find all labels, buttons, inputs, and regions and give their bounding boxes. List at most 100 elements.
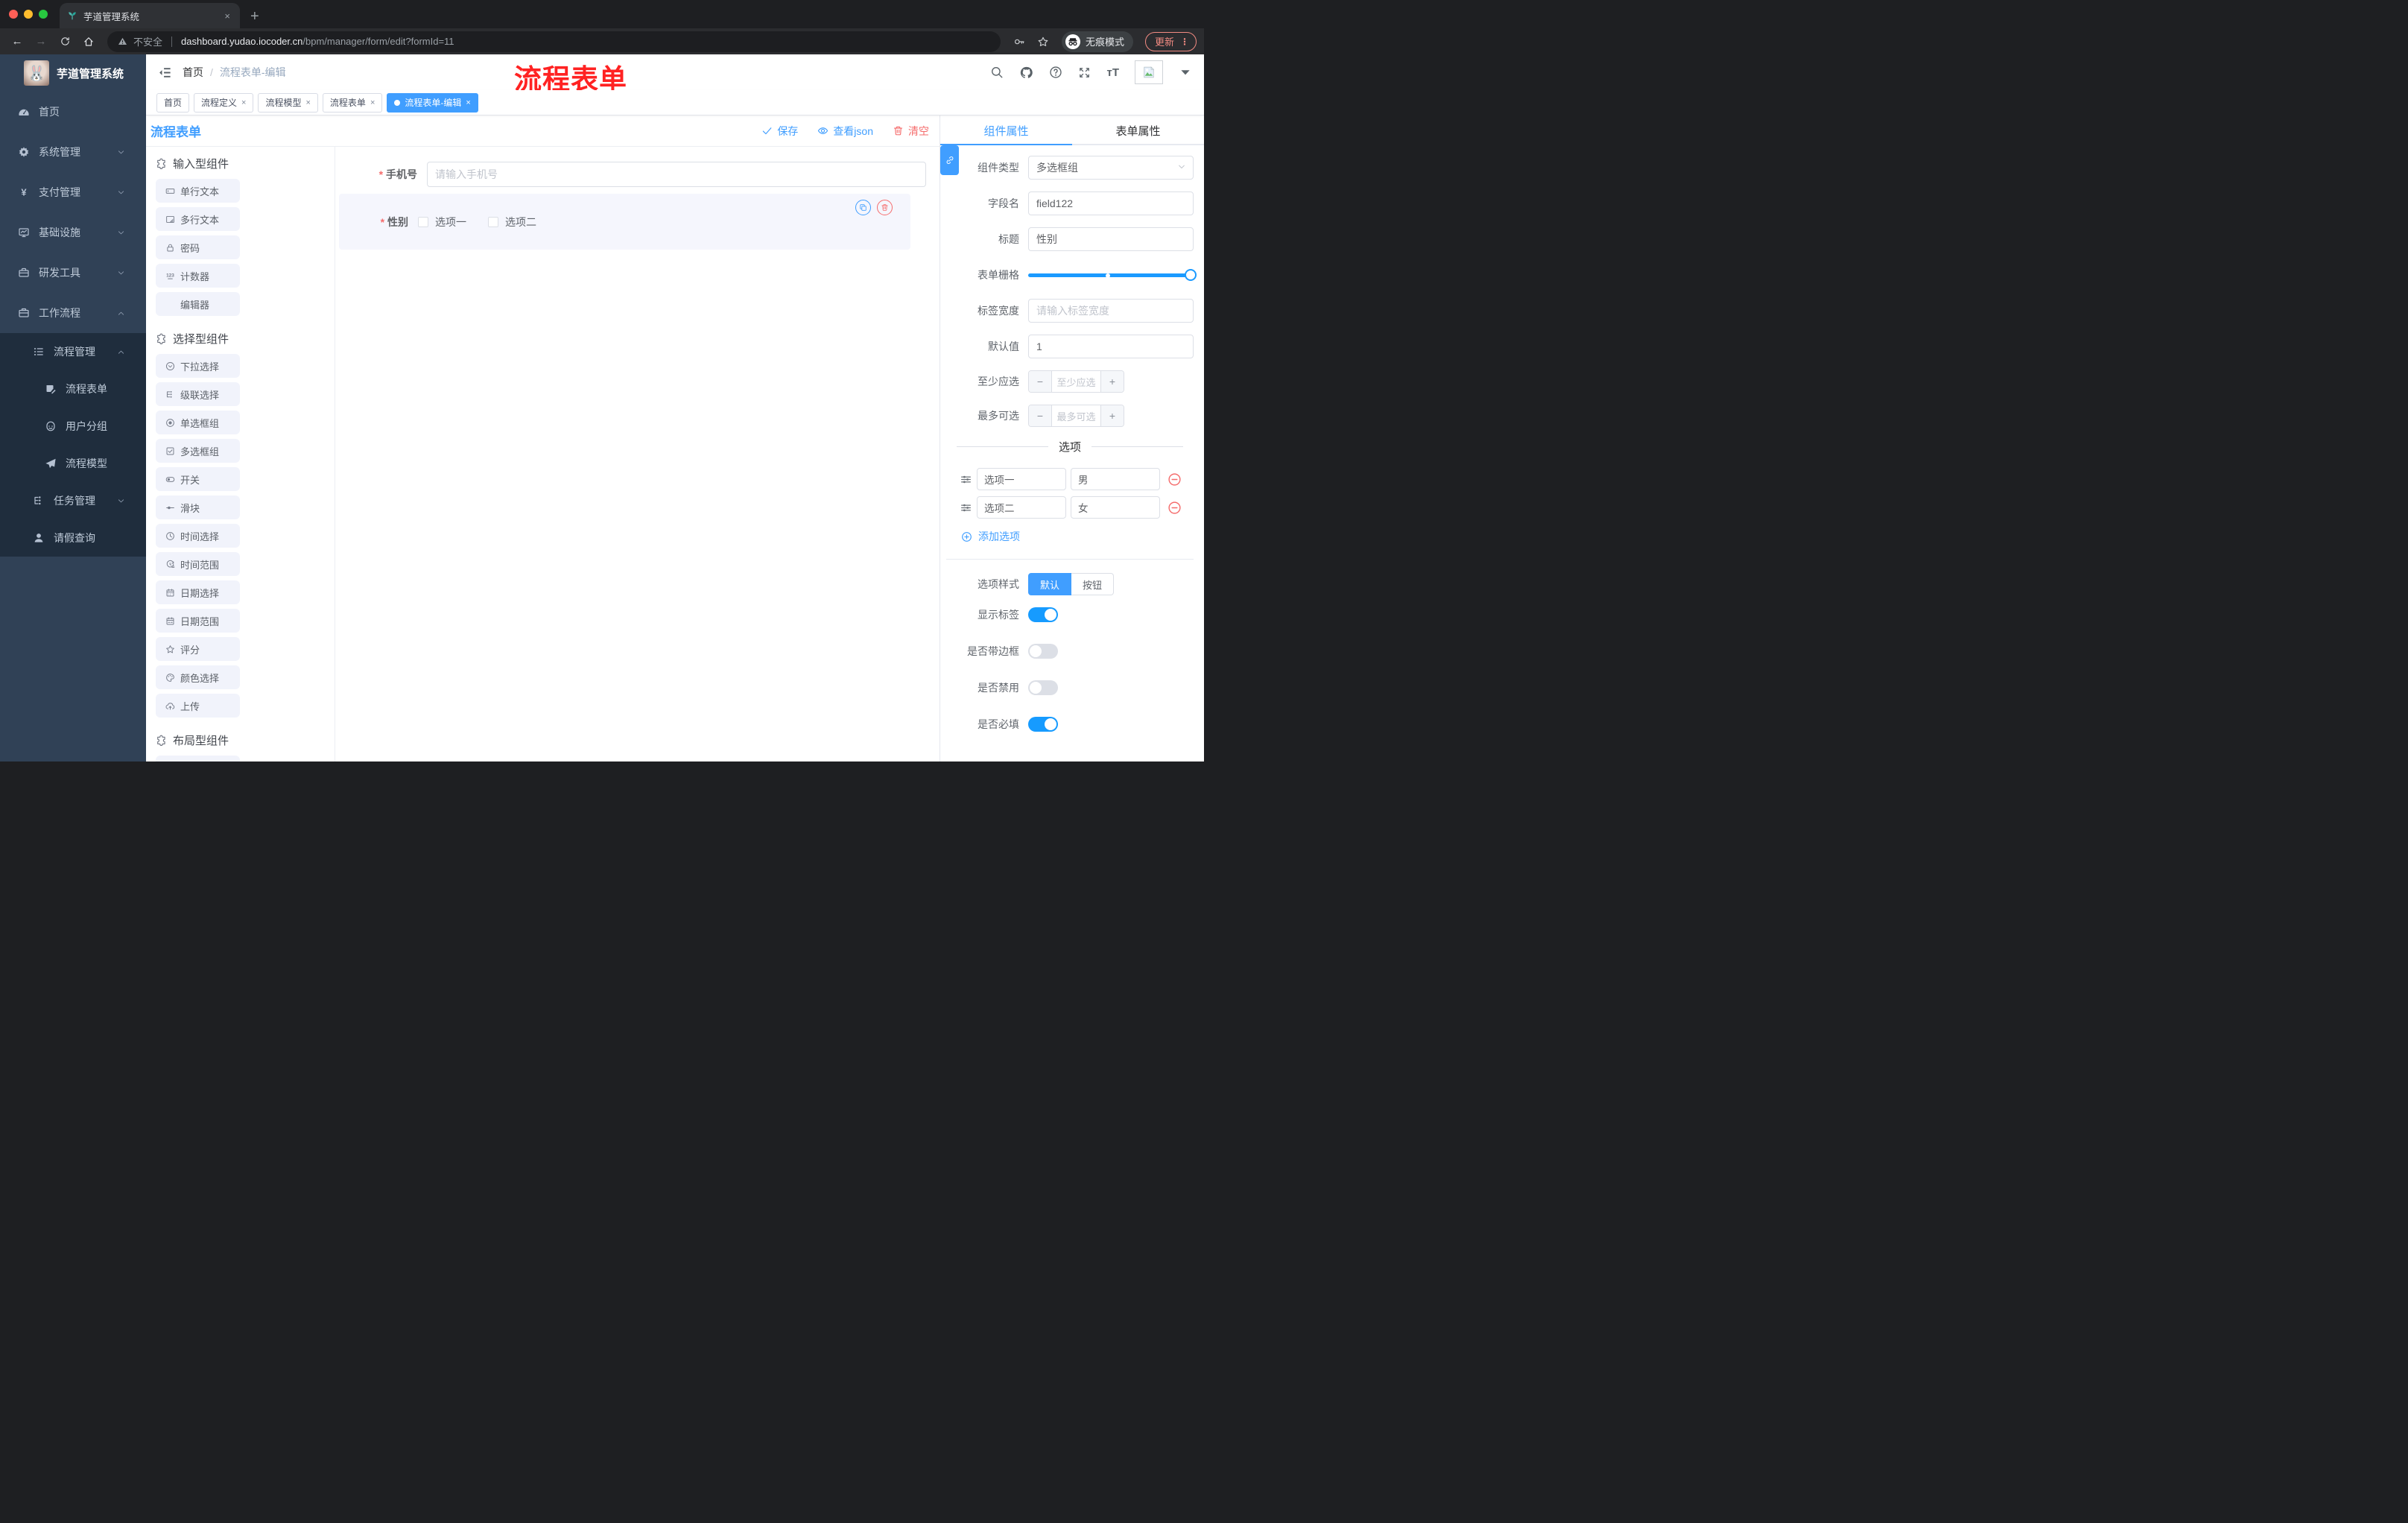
remove-option-button[interactable] bbox=[1167, 501, 1182, 515]
component-item-input[interactable]: 单行文本 bbox=[156, 179, 240, 203]
component-item-cascader[interactable]: 级联选择 bbox=[156, 382, 240, 406]
sidebar-item-9[interactable]: 流程模型 bbox=[0, 445, 146, 482]
drag-handle-icon[interactable] bbox=[960, 501, 972, 514]
save-button[interactable]: 保存 bbox=[761, 124, 798, 139]
tab-form-props[interactable]: 表单属性 bbox=[1072, 115, 1204, 145]
component-item-row[interactable]: 行容器 bbox=[156, 756, 240, 762]
phone-field-row[interactable]: 手机号 bbox=[335, 162, 926, 187]
toggle-switch[interactable] bbox=[1028, 717, 1058, 732]
security-label[interactable]: 不安全 bbox=[133, 34, 162, 48]
component-item-editor[interactable]: 编辑器 bbox=[156, 292, 240, 316]
close-tag-icon[interactable]: × bbox=[466, 98, 470, 107]
component-item-switch[interactable]: 开关 bbox=[156, 467, 240, 491]
sidebar-item-6[interactable]: 流程管理 bbox=[0, 333, 146, 370]
component-item-lock[interactable]: 密码 bbox=[156, 235, 240, 259]
stepper-increase-button[interactable]: + bbox=[1100, 371, 1124, 392]
default-value-input[interactable] bbox=[1028, 335, 1194, 358]
url-bar[interactable]: 不安全 dashboard.yudao.iocoder.cn/bpm/manag… bbox=[107, 31, 1001, 52]
component-item-date-range[interactable]: 日期范围 bbox=[156, 609, 240, 633]
minimize-window-button[interactable] bbox=[24, 10, 33, 19]
link-tab[interactable] bbox=[940, 145, 959, 175]
new-tab-button[interactable]: + bbox=[240, 9, 270, 28]
component-type-select[interactable] bbox=[1028, 156, 1194, 180]
bookmark-star-icon[interactable] bbox=[1037, 36, 1049, 48]
component-item-select[interactable]: 下拉选择 bbox=[156, 354, 240, 378]
max-select-placeholder[interactable]: 最多可选 bbox=[1052, 405, 1100, 426]
stepper-increase-button[interactable]: + bbox=[1100, 405, 1124, 426]
option-value-input[interactable] bbox=[1071, 496, 1160, 519]
tag-3[interactable]: 流程表单 × bbox=[322, 92, 383, 113]
sidebar-item-11[interactable]: 请假查询 bbox=[0, 519, 146, 557]
min-select-placeholder[interactable]: 至少应选 bbox=[1052, 371, 1100, 392]
sidebar-fold-icon[interactable] bbox=[158, 66, 172, 80]
logo[interactable]: 🐰 芋道管理系统 bbox=[0, 54, 146, 92]
tag-1[interactable]: 流程定义 × bbox=[194, 92, 254, 113]
sidebar-item-5[interactable]: 工作流程 bbox=[0, 293, 146, 333]
duplicate-component-button[interactable] bbox=[855, 200, 871, 215]
close-tab-icon[interactable]: × bbox=[222, 10, 232, 22]
browser-tab[interactable]: 芋道管理系统 × bbox=[60, 3, 240, 28]
reload-button[interactable] bbox=[55, 36, 75, 47]
component-item-date[interactable]: 日期选择 bbox=[156, 580, 240, 604]
component-item-counter[interactable]: 123 计数器 bbox=[156, 264, 240, 288]
sidebar-item-7[interactable]: 流程表单 bbox=[0, 370, 146, 408]
title-input[interactable] bbox=[1028, 227, 1194, 251]
view-json-button[interactable]: 查看json bbox=[817, 124, 873, 139]
component-type-value[interactable] bbox=[1028, 156, 1194, 180]
search-icon[interactable] bbox=[990, 66, 1004, 79]
component-item-time-range[interactable]: 时间范围 bbox=[156, 552, 240, 576]
sidebar-item-1[interactable]: 系统管理 bbox=[0, 132, 146, 172]
stepper-decrease-button[interactable]: − bbox=[1029, 405, 1052, 426]
component-item-checkbox[interactable]: 多选框组 bbox=[156, 439, 240, 463]
password-key-icon[interactable] bbox=[1013, 36, 1025, 48]
gender-option2-checkbox[interactable] bbox=[488, 216, 498, 227]
toggle-switch[interactable] bbox=[1028, 680, 1058, 695]
close-tag-icon[interactable]: × bbox=[241, 98, 246, 107]
stepper-decrease-button[interactable]: − bbox=[1029, 371, 1052, 392]
add-option-button[interactable]: 添加选项 bbox=[946, 529, 1194, 544]
help-icon[interactable] bbox=[1049, 66, 1062, 79]
style-button-button[interactable]: 按钮 bbox=[1071, 573, 1115, 595]
font-size-icon[interactable]: тT bbox=[1106, 66, 1119, 79]
label-width-input[interactable] bbox=[1028, 299, 1194, 323]
component-item-textarea[interactable]: 多行文本 bbox=[156, 207, 240, 231]
clear-button[interactable]: 清空 bbox=[893, 124, 929, 139]
sidebar-item-2[interactable]: ¥ 支付管理 bbox=[0, 172, 146, 212]
breadcrumb-home[interactable]: 首页 bbox=[183, 65, 203, 80]
tab-component-props[interactable]: 组件属性 bbox=[940, 115, 1072, 145]
tag-4[interactable]: 流程表单-编辑 × bbox=[387, 92, 478, 113]
component-item-slider[interactable]: 滑块 bbox=[156, 495, 240, 519]
remove-option-button[interactable] bbox=[1167, 472, 1182, 487]
component-item-time[interactable]: 时间选择 bbox=[156, 524, 240, 548]
option-label-input[interactable] bbox=[977, 496, 1066, 519]
back-button[interactable]: ← bbox=[7, 35, 27, 48]
sidebar-item-10[interactable]: 任务管理 bbox=[0, 482, 146, 519]
sidebar-item-0[interactable]: 首页 bbox=[0, 92, 146, 132]
gender-option1-checkbox[interactable] bbox=[418, 216, 428, 227]
close-tag-icon[interactable]: × bbox=[305, 98, 310, 107]
home-button[interactable] bbox=[79, 36, 98, 48]
tag-2[interactable]: 流程模型 × bbox=[258, 92, 318, 113]
form-grid-slider[interactable] bbox=[1028, 263, 1197, 287]
close-tag-icon[interactable]: × bbox=[370, 98, 375, 107]
forward-button[interactable]: → bbox=[31, 35, 51, 48]
browser-menu-icon[interactable]: ⋮ bbox=[1180, 37, 1189, 47]
style-default-button[interactable]: 默认 bbox=[1028, 573, 1072, 595]
drag-handle-icon[interactable] bbox=[960, 473, 972, 486]
component-item-upload[interactable]: 上传 bbox=[156, 694, 240, 718]
browser-update-button[interactable]: 更新 ⋮ bbox=[1144, 31, 1197, 51]
delete-component-button[interactable] bbox=[877, 200, 893, 215]
fullscreen-icon[interactable] bbox=[1078, 66, 1091, 79]
maximize-window-button[interactable] bbox=[39, 10, 48, 19]
chevron-down-icon[interactable] bbox=[1179, 66, 1192, 79]
gender-option1-label[interactable]: 选项一 bbox=[435, 215, 466, 229]
toggle-switch[interactable] bbox=[1028, 607, 1058, 622]
slider-handle[interactable] bbox=[1185, 269, 1197, 281]
component-item-radio[interactable]: 单选框组 bbox=[156, 411, 240, 434]
option-value-input[interactable] bbox=[1071, 468, 1160, 490]
gender-option2-label[interactable]: 选项二 bbox=[505, 215, 536, 229]
field-name-input[interactable] bbox=[1028, 191, 1194, 215]
tag-0[interactable]: 首页 bbox=[156, 92, 190, 113]
sidebar-item-8[interactable]: 用户分组 bbox=[0, 408, 146, 445]
avatar[interactable] bbox=[1135, 60, 1163, 84]
